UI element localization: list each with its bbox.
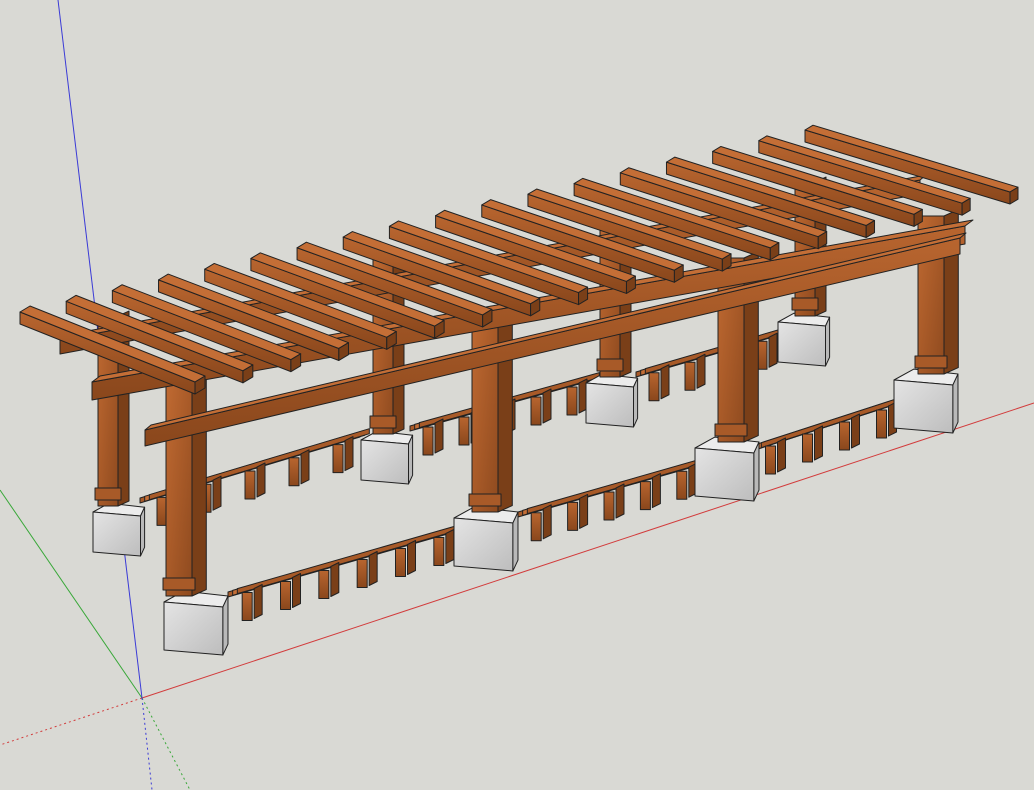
front-bench-1[interactable] (227, 522, 468, 621)
front-post-2-base-band[interactable] (468, 493, 502, 507)
front-bench-1-leg-1[interactable] (241, 592, 253, 621)
back-bench-2-leg-back-1[interactable] (434, 418, 444, 454)
front-footing-4-front[interactable] (893, 379, 954, 434)
front-bench-1-slat-3[interactable] (236, 522, 468, 595)
front-bench-1-leg-back-1[interactable] (253, 584, 263, 619)
front-bench-2-leg-back-3[interactable] (615, 483, 625, 519)
front-bench-group[interactable] (227, 394, 910, 621)
front-post-2-front[interactable] (471, 309, 499, 513)
back-bench-2-leg-4[interactable] (530, 396, 542, 426)
back-post-4-base-band[interactable] (791, 297, 819, 311)
back-footing-1-front[interactable] (92, 511, 141, 557)
back-bench-2-leg-2[interactable] (458, 416, 470, 446)
front-post-4-base-band[interactable] (914, 355, 948, 369)
back-bench-3-leg-2[interactable] (684, 361, 696, 391)
back-bench-3-leg-back-1[interactable] (660, 364, 670, 400)
front-bench-2-leg-back-1[interactable] (542, 504, 552, 540)
front-bench-3-leg-1[interactable] (765, 445, 776, 475)
front-footing-1[interactable] (163, 590, 229, 656)
back-bench-1-leg-back-5[interactable] (344, 436, 354, 472)
front-bench-1-leg-back-3[interactable] (330, 562, 340, 597)
front-bench-3-leg-4[interactable] (876, 409, 887, 439)
back-footing-3-front[interactable] (585, 382, 634, 428)
back-bench-1-leg-5[interactable] (332, 444, 344, 474)
front-footing-3[interactable] (694, 436, 760, 502)
red-axis (141, 402, 1034, 699)
front-footing-2-side[interactable] (512, 511, 519, 572)
front-bench-3-leg-back-1[interactable] (777, 437, 786, 473)
axis-lines (0, 0, 1034, 790)
front-bench-2-leg-4[interactable] (639, 481, 651, 511)
front-bench-2-leg-back-4[interactable] (651, 473, 661, 509)
front-bench-1-leg-4[interactable] (356, 559, 368, 588)
front-bench-2-leg-1[interactable] (530, 512, 542, 542)
back-footing-2[interactable] (360, 430, 414, 485)
back-bench-3-leg-1[interactable] (648, 372, 660, 402)
front-post-1-side[interactable] (191, 375, 207, 597)
front-bench-3[interactable] (751, 394, 910, 475)
front-post-1-front[interactable] (165, 381, 193, 597)
front-footing-4[interactable] (893, 368, 959, 434)
front-bench-1-leg-2[interactable] (280, 581, 291, 610)
front-footing-1-front[interactable] (163, 601, 224, 656)
model-canvas[interactable] (0, 0, 1034, 790)
back-bench-1-leg-back-2[interactable] (212, 475, 222, 511)
front-bench-2-leg-back-2[interactable] (579, 493, 589, 529)
front-footing-4-side[interactable] (952, 373, 959, 434)
front-bench-2[interactable] (517, 456, 710, 542)
back-bench-1-leg-back-3[interactable] (256, 462, 266, 498)
front-post-1-base-band[interactable] (162, 577, 196, 591)
front-footing-3-side[interactable] (753, 441, 760, 502)
front-bench-1-leg-back-5[interactable] (407, 540, 416, 575)
back-footing-4-side[interactable] (825, 316, 831, 367)
front-footing-2[interactable] (453, 506, 519, 572)
front-post-1[interactable] (162, 375, 207, 597)
back-bench-1-leg-4[interactable] (288, 457, 300, 487)
front-bench-1-leg-back-4[interactable] (368, 551, 378, 586)
front-bench-3-leg-back-3[interactable] (851, 413, 860, 449)
back-bench-2-leg-1[interactable] (422, 426, 434, 456)
back-footing-2-side[interactable] (408, 434, 414, 485)
back-footing-4[interactable] (777, 312, 831, 367)
front-bench-2-leg-2[interactable] (567, 501, 579, 531)
front-bench-3-leg-3[interactable] (839, 421, 850, 451)
front-bench-2-leg-5[interactable] (676, 470, 688, 500)
back-bench-3[interactable] (635, 326, 790, 402)
back-bench-1-leg-back-4[interactable] (300, 449, 310, 485)
red-axis-negative (0, 697, 143, 746)
back-bench-3-leg-back-2[interactable] (696, 353, 706, 389)
back-footing-3[interactable] (585, 373, 639, 428)
blue-axis-negative (141, 697, 153, 790)
front-bench-3-leg-2[interactable] (802, 433, 813, 463)
front-bench-2-leg-3[interactable] (603, 491, 615, 521)
front-bench-1-leg-6[interactable] (433, 537, 445, 566)
front-footing-2-front[interactable] (453, 517, 514, 572)
back-footing-4-front[interactable] (777, 321, 826, 367)
back-footing-2-front[interactable] (360, 439, 409, 485)
green-axis-negative (141, 697, 191, 790)
front-bench-1-leg-back-6[interactable] (445, 529, 455, 564)
front-post-2[interactable] (468, 303, 513, 513)
back-bench-1-leg-3[interactable] (244, 470, 256, 500)
front-post-3-base-band[interactable] (714, 423, 748, 437)
back-post-3-base-band[interactable] (596, 358, 624, 372)
back-post-2-base-band[interactable] (369, 415, 397, 429)
front-footing-3-front[interactable] (694, 447, 755, 502)
model-viewport[interactable] (0, 0, 1034, 790)
back-footing-1[interactable] (92, 502, 146, 557)
back-bench-2-leg-5[interactable] (566, 386, 578, 416)
back-bench-3-leg-back-4[interactable] (768, 332, 778, 368)
front-bench-1-leg-5[interactable] (395, 548, 406, 577)
back-footing-1-side[interactable] (140, 506, 146, 557)
back-post-1-base-band[interactable] (94, 487, 122, 501)
back-footing-3-side[interactable] (633, 377, 639, 428)
front-post-2-side[interactable] (497, 303, 513, 513)
front-bench-1-leg-back-2[interactable] (292, 573, 301, 608)
front-bench-1-leg-3[interactable] (318, 570, 330, 599)
front-footing-1-side[interactable] (222, 595, 229, 656)
back-bench-2-leg-back-4[interactable] (542, 388, 552, 424)
front-bench-3-leg-back-2[interactable] (814, 425, 823, 461)
